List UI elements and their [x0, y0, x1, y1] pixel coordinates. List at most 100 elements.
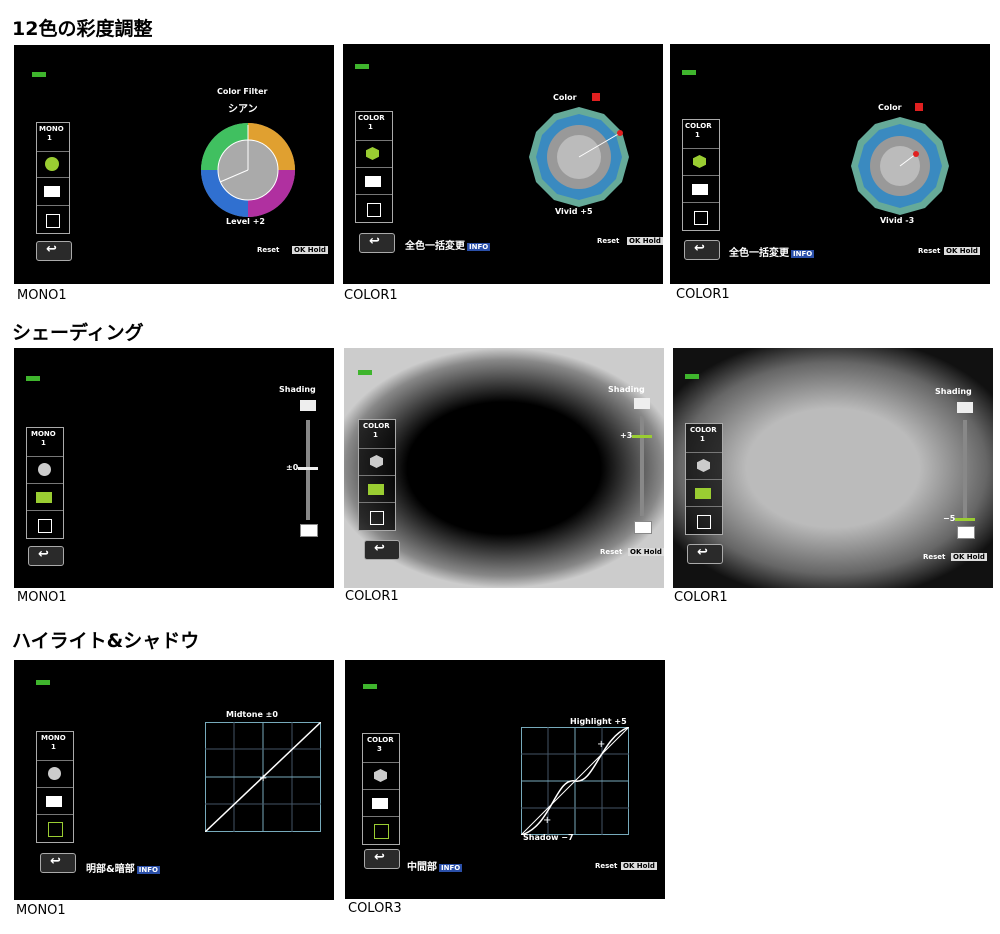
- tone-curve-cell[interactable]: [356, 194, 392, 222]
- ok-hold-badge: OK Hold: [951, 553, 987, 561]
- color-cell[interactable]: [363, 762, 399, 789]
- color-cell[interactable]: [356, 140, 392, 167]
- back-button[interactable]: ↩: [359, 233, 395, 253]
- shading-cell[interactable]: [363, 789, 399, 816]
- color-label: Color: [553, 93, 577, 102]
- tone-curve-cell[interactable]: [37, 814, 73, 842]
- shading-cell[interactable]: [37, 177, 69, 205]
- screen-color-shading-plus3: COLOR 1 ↩ Shading +3 Reset OK Hold: [344, 348, 664, 588]
- mode-cell: COLOR 1: [686, 424, 722, 452]
- color-filter-label: Color Filter: [217, 87, 268, 96]
- color-filter-cell[interactable]: [27, 456, 63, 483]
- shading-slider[interactable]: [640, 416, 644, 516]
- color-polygon-wheel[interactable]: [850, 116, 950, 216]
- screen-color-vivid-minus3: COLOR 1 ↩ 全色一括変更 INFO Color Vivid -3 Rese…: [670, 44, 990, 284]
- shading-cell[interactable]: [683, 175, 719, 202]
- shading-slider[interactable]: [963, 420, 967, 520]
- back-button[interactable]: ↩: [684, 240, 720, 260]
- back-arrow-icon: ↩: [46, 242, 57, 257]
- back-arrow-icon: ↩: [374, 541, 385, 556]
- mode-label: COLOR: [358, 114, 385, 122]
- shading-slider[interactable]: [306, 420, 310, 520]
- info-badge: INFO: [467, 243, 491, 251]
- hexagon-icon: [370, 455, 383, 468]
- caption-s2b: COLOR1: [345, 589, 399, 604]
- curve-icon: [46, 214, 60, 228]
- mode-label: MONO: [39, 125, 64, 133]
- mode-label: COLOR: [363, 422, 390, 430]
- light-shading-icon: [957, 402, 973, 413]
- color-label: Color: [878, 103, 902, 112]
- curve-icon: [370, 511, 384, 525]
- tone-curve-graph[interactable]: +: [205, 722, 321, 832]
- info-badge: INFO: [439, 864, 463, 872]
- tone-curve-cell[interactable]: [37, 205, 69, 233]
- light-shading-icon: [634, 398, 650, 409]
- slider-handle[interactable]: [955, 518, 975, 521]
- slider-handle[interactable]: [298, 467, 318, 470]
- back-button[interactable]: ↩: [364, 849, 400, 869]
- tone-curve-cell[interactable]: [683, 202, 719, 230]
- side-panel: MONO 1: [36, 731, 74, 843]
- shading-icon: [365, 176, 381, 187]
- mode-cell: MONO 1: [27, 428, 63, 456]
- mode-label: COLOR: [685, 122, 712, 130]
- mode-number: 3: [377, 745, 382, 753]
- shading-cell[interactable]: [27, 483, 63, 510]
- caption-s2c: COLOR1: [674, 590, 728, 605]
- color-cell[interactable]: [359, 448, 395, 475]
- hexagon-icon: [374, 769, 387, 782]
- ok-hold-badge: OK Hold: [627, 237, 663, 245]
- color-cell[interactable]: [686, 452, 722, 479]
- midtone-label: Midtone ±0: [226, 710, 278, 719]
- hexagon-icon: [693, 155, 706, 168]
- shading-label: Shading: [279, 385, 316, 394]
- color-filter-cell[interactable]: [37, 760, 73, 787]
- curve-icon: [694, 211, 708, 225]
- mode-label: COLOR: [690, 426, 717, 434]
- color-filter-value: シアン: [228, 104, 258, 115]
- shading-cell[interactable]: [686, 479, 722, 506]
- shading-icon: [46, 796, 62, 807]
- tone-curve-cell[interactable]: [363, 816, 399, 844]
- tone-curve-cell[interactable]: [27, 510, 63, 538]
- info-badge: INFO: [791, 250, 815, 258]
- back-button[interactable]: ↩: [40, 853, 76, 873]
- caption-s3b: COLOR3: [348, 901, 402, 916]
- mode-label: MONO: [41, 734, 66, 742]
- back-button[interactable]: ↩: [28, 546, 64, 566]
- screen-mono-color-filter: MONO 1 ↩ Color Filter シアン Level +2 Reset…: [14, 45, 334, 284]
- caption-s2a: MONO1: [17, 590, 67, 605]
- slider-handle[interactable]: [632, 435, 652, 438]
- shading-cell[interactable]: [356, 167, 392, 194]
- mode-cell: MONO 1: [37, 732, 73, 760]
- svg-text:+: +: [597, 739, 605, 750]
- power-icon: [45, 157, 59, 171]
- color-polygon-wheel[interactable]: [528, 106, 630, 208]
- shading-label: Shading: [608, 385, 645, 394]
- caption-s1a: MONO1: [17, 288, 67, 303]
- tone-curve-cell[interactable]: [359, 502, 395, 530]
- color-filter-cell[interactable]: [37, 151, 69, 177]
- back-button[interactable]: ↩: [36, 241, 72, 261]
- mode-cell: COLOR 3: [363, 734, 399, 762]
- dark-shading-icon: [957, 526, 975, 539]
- screen-color-vivid-plus5: COLOR 1 ↩ 全色一括変更 INFO Color Vivid +5 Rese…: [343, 44, 663, 284]
- mode-number: 1: [51, 743, 56, 751]
- color-wheel[interactable]: [198, 120, 298, 220]
- mode-cell: COLOR 1: [359, 420, 395, 448]
- level-label: Level +2: [226, 217, 265, 226]
- tone-curve-graph[interactable]: + +: [521, 727, 629, 835]
- curve-icon: [48, 822, 63, 837]
- side-panel: COLOR 1: [682, 119, 720, 231]
- shadow-label: Shadow −7: [523, 833, 574, 842]
- color-cell[interactable]: [683, 148, 719, 175]
- info-badge: INFO: [136, 866, 160, 874]
- shading-cell[interactable]: [359, 475, 395, 502]
- reset-label: Reset: [918, 247, 941, 255]
- vivid-label: Vivid +5: [555, 207, 593, 216]
- shading-cell[interactable]: [37, 787, 73, 814]
- back-button[interactable]: ↩: [364, 540, 400, 560]
- back-button[interactable]: ↩: [687, 544, 723, 564]
- tone-curve-cell[interactable]: [686, 506, 722, 534]
